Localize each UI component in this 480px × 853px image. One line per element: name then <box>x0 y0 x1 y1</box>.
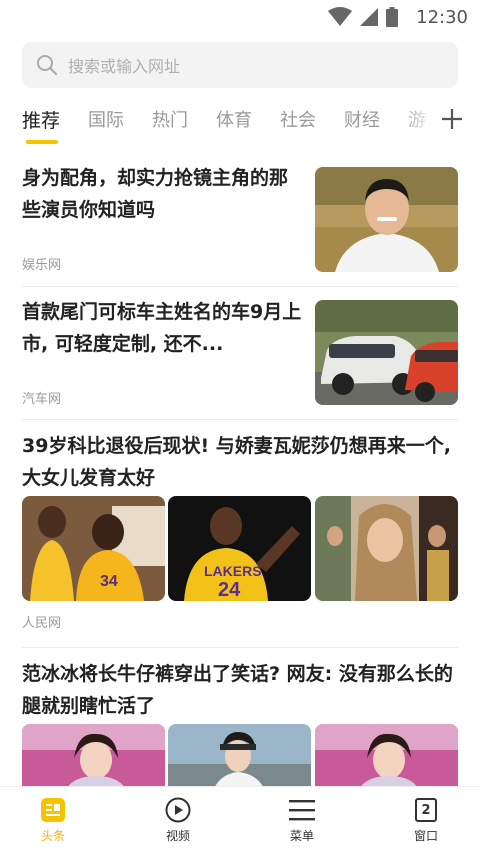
tab-fade <box>400 100 436 140</box>
news-source: 娱乐网 <box>22 258 62 273</box>
search-placeholder: 搜索或输入网址 <box>68 57 181 76</box>
divider <box>22 419 458 420</box>
news-image: 34 <box>22 496 165 601</box>
nav-windows[interactable]: 2 窗口 <box>396 797 456 844</box>
tab-hot[interactable]: 热门 <box>152 106 188 132</box>
bottom-nav: 头条 视频 菜单 2 窗口 <box>0 786 480 853</box>
divider <box>22 647 458 648</box>
windows-count: 2 <box>421 802 431 818</box>
menu-icon <box>289 800 315 821</box>
tab-society[interactable]: 社会 <box>280 106 316 132</box>
news-image <box>168 724 311 794</box>
nav-label: 头条 <box>40 829 65 843</box>
status-bar: 12:30 <box>0 0 480 34</box>
nav-label: 菜单 <box>289 829 314 843</box>
news-image <box>22 724 165 794</box>
news-image: LAKERS 24 <box>168 496 311 601</box>
nav-label: 窗口 <box>413 829 438 843</box>
active-tab-indicator <box>26 140 58 144</box>
tab-finance[interactable]: 财经 <box>344 106 380 132</box>
news-item[interactable]: 39岁科比退役后现状! 与娇妻瓦妮莎仍想再来一个, 大女儿发育太好 34 LAK… <box>22 428 458 634</box>
nav-video[interactable]: 视频 <box>148 797 208 844</box>
divider <box>22 286 458 287</box>
tab-international[interactable]: 国际 <box>88 106 124 132</box>
news-item[interactable]: 身为配角，却实力抢镜主角的那些演员你知道吗 娱乐网 <box>22 160 458 273</box>
svg-text:24: 24 <box>218 579 241 601</box>
news-image <box>315 496 458 601</box>
search-input[interactable]: 搜索或输入网址 <box>22 42 458 88</box>
nav-label: 视频 <box>165 829 190 843</box>
news-title: 范冰冰将长牛仔裤穿出了笑话? 网友: 没有那么长的腿就别瞎忙活了 <box>22 663 453 717</box>
news-title: 身为配角，却实力抢镜主角的那些演员你知道吗 <box>22 167 289 221</box>
status-time: 12:30 <box>416 6 468 28</box>
news-title: 39岁科比退役后现状! 与娇妻瓦妮莎仍想再来一个, 大女儿发育太好 <box>22 435 451 489</box>
signal-icon <box>360 8 379 26</box>
battery-icon <box>386 7 399 27</box>
news-thumbnail <box>315 300 458 405</box>
news-source: 人民网 <box>22 616 62 631</box>
tab-recommend[interactable]: 推荐 <box>22 106 60 133</box>
search-icon <box>37 55 58 76</box>
status-icons: 12:30 <box>328 4 468 30</box>
svg-text:34: 34 <box>100 573 118 590</box>
windows-icon: 2 <box>415 798 437 822</box>
headlines-icon <box>41 798 65 822</box>
nav-menu[interactable]: 菜单 <box>272 797 332 844</box>
add-tab-icon[interactable] <box>440 102 464 132</box>
svg-text:LAKERS: LAKERS <box>204 563 262 579</box>
wifi-icon <box>328 7 353 26</box>
news-item[interactable]: 首款尾门可标车主姓名的车9月上市, 可轻度定制, 还不... 汽车网 <box>22 294 458 407</box>
play-icon <box>165 797 191 823</box>
news-title: 首款尾门可标车主姓名的车9月上市, 可轻度定制, 还不... <box>22 301 302 355</box>
news-image <box>315 724 458 794</box>
tab-sports[interactable]: 体育 <box>216 106 252 132</box>
news-item[interactable]: 范冰冰将长牛仔裤穿出了笑话? 网友: 没有那么长的腿就别瞎忙活了 <box>22 656 458 794</box>
news-thumbnail <box>315 167 458 272</box>
news-source: 汽车网 <box>22 392 62 407</box>
nav-headlines[interactable]: 头条 <box>23 797 83 844</box>
